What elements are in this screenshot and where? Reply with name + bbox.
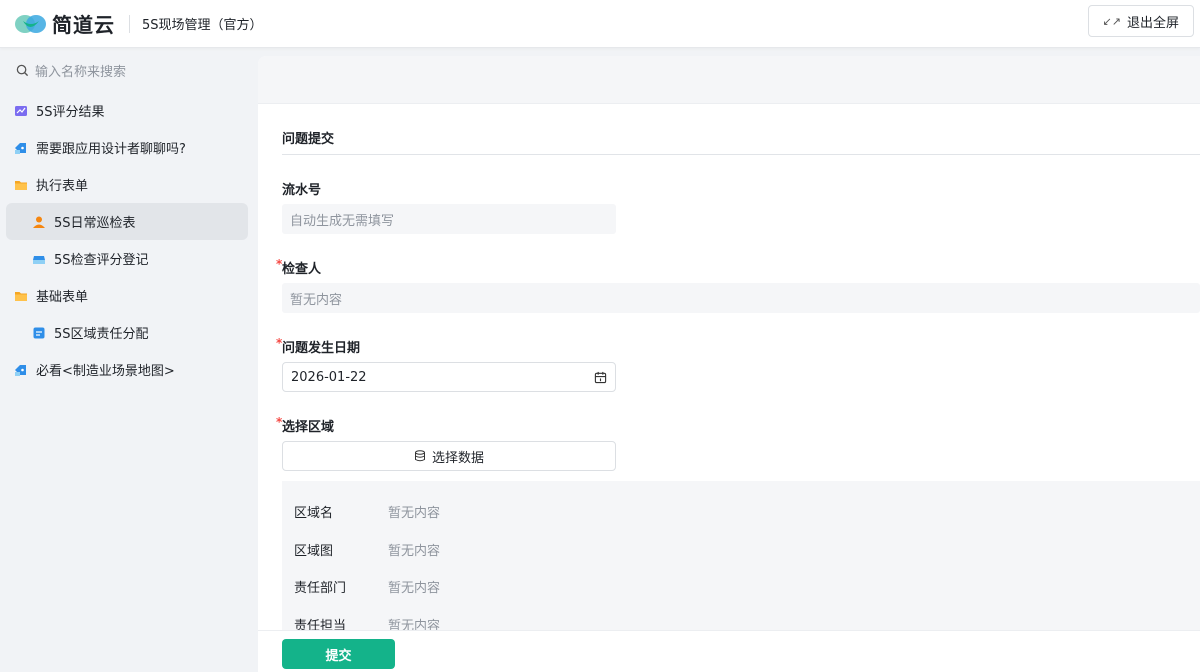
serial-placeholder: 自动生成无需填写 xyxy=(290,213,395,229)
calendar-icon[interactable] xyxy=(594,371,607,384)
chat-tag-icon xyxy=(14,141,28,155)
region-row: 责任部门 暂无内容 xyxy=(282,568,1200,606)
doc-form-icon xyxy=(32,326,46,340)
select-data-label: 选择数据 xyxy=(431,450,484,466)
inspector-field: 暂无内容 xyxy=(282,283,1200,313)
region-key: 责任部门 xyxy=(294,581,347,597)
sidebar-item-label: 需要跟应用设计者聊聊吗? xyxy=(36,142,186,157)
region-key: 区域名 xyxy=(294,506,334,522)
region-details: 区域名 暂无内容 区域图 暂无内容 责任部门 暂无内容 责任担当 暂无内容 xyxy=(282,481,1200,651)
inspector-value: 暂无内容 xyxy=(290,292,343,308)
sidebar-item-label: 5S日常巡检表 xyxy=(54,216,136,231)
region-key: 区域图 xyxy=(294,543,334,559)
chat-tag-icon xyxy=(14,363,28,377)
date-label: 问题发生日期 xyxy=(276,336,1200,356)
folder-icon xyxy=(14,178,28,192)
region-value: 暂无内容 xyxy=(388,543,441,559)
main-content: 问题提交 流水号 自动生成无需填写 检查人 暂无内容 问题发生日期 2026-0… xyxy=(258,56,1200,672)
sidebar-item-label: 执行表单 xyxy=(36,179,89,194)
sidebar-item-daily-inspection[interactable]: 5S日常巡检表 xyxy=(6,203,248,240)
serial-label: 流水号 xyxy=(282,183,322,198)
jiandaoyun-logo-icon xyxy=(15,14,46,33)
sidebar-item-label: 必看<制造业场景地图> xyxy=(36,364,175,379)
logo[interactable]: 简道云 xyxy=(14,9,115,38)
top-header: 简道云 5S现场管理（官方） ↙↗ 退出全屏 xyxy=(0,0,1200,48)
region-row: 区域图 暂无内容 xyxy=(282,531,1200,569)
sidebar-item-chat-designer[interactable]: 需要跟应用设计者聊聊吗? xyxy=(6,129,248,166)
submit-button[interactable]: 提交 xyxy=(282,639,395,669)
sidebar-item-execution-forms[interactable]: 执行表单 xyxy=(6,166,248,203)
region-value: 暂无内容 xyxy=(388,506,441,522)
sidebar-item-label: 5S评分结果 xyxy=(36,105,105,120)
exit-fullscreen-button[interactable]: ↙↗ 退出全屏 xyxy=(1087,5,1194,37)
folder-icon xyxy=(14,289,28,303)
region-row: 区域名 暂无内容 xyxy=(282,493,1200,531)
app-title: 5S现场管理（官方） xyxy=(142,18,263,33)
user-form-icon xyxy=(32,215,46,229)
search-placeholder: 输入名称来搜索 xyxy=(35,64,127,80)
sidebar-item-label: 5S检查评分登记 xyxy=(54,253,149,268)
collapse-arrows-icon: ↙↗ xyxy=(1102,14,1121,28)
sidebar-item-score-registration[interactable]: 5S检查评分登记 xyxy=(6,240,248,277)
region-value: 暂无内容 xyxy=(388,581,441,597)
section-title: 问题提交 xyxy=(282,128,1200,155)
search-input[interactable]: 输入名称来搜索 xyxy=(0,48,256,92)
header-divider xyxy=(129,14,130,33)
logo-text: 简道云 xyxy=(52,13,115,37)
sidebar-item-region-responsibility[interactable]: 5S区域责任分配 xyxy=(6,314,248,351)
inspection-form: 问题提交 流水号 自动生成无需填写 检查人 暂无内容 问题发生日期 2026-0… xyxy=(258,128,1200,651)
database-icon xyxy=(414,450,425,462)
sidebar-item-basic-forms[interactable]: 基础表单 xyxy=(6,277,248,314)
date-field[interactable]: 2026-01-22 xyxy=(282,362,616,392)
form-top-bar xyxy=(258,56,1200,104)
date-value: 2026-01-22 xyxy=(291,369,367,385)
region-label: 选择区域 xyxy=(276,415,1200,435)
sidebar-item-score-result[interactable]: 5S评分结果 xyxy=(6,92,248,129)
search-icon xyxy=(16,64,29,76)
inbox-icon xyxy=(32,252,46,266)
sidebar-item-label: 5S区域责任分配 xyxy=(54,327,149,342)
chart-report-icon xyxy=(14,104,28,118)
inspector-label: 检查人 xyxy=(276,257,1200,277)
sidebar: 输入名称来搜索 5S评分结果 需要跟应用设计者聊聊吗? 执行表单 5S日常巡检表… xyxy=(0,48,256,672)
select-data-button[interactable]: 选择数据 xyxy=(282,441,616,471)
serial-field: 自动生成无需填写 xyxy=(282,204,616,234)
form-footer: 提交 xyxy=(258,630,1200,672)
sidebar-item-scene-map[interactable]: 必看<制造业场景地图> xyxy=(6,351,248,388)
exit-fullscreen-label: 退出全屏 xyxy=(1126,15,1179,31)
sidebar-item-label: 基础表单 xyxy=(36,290,89,305)
